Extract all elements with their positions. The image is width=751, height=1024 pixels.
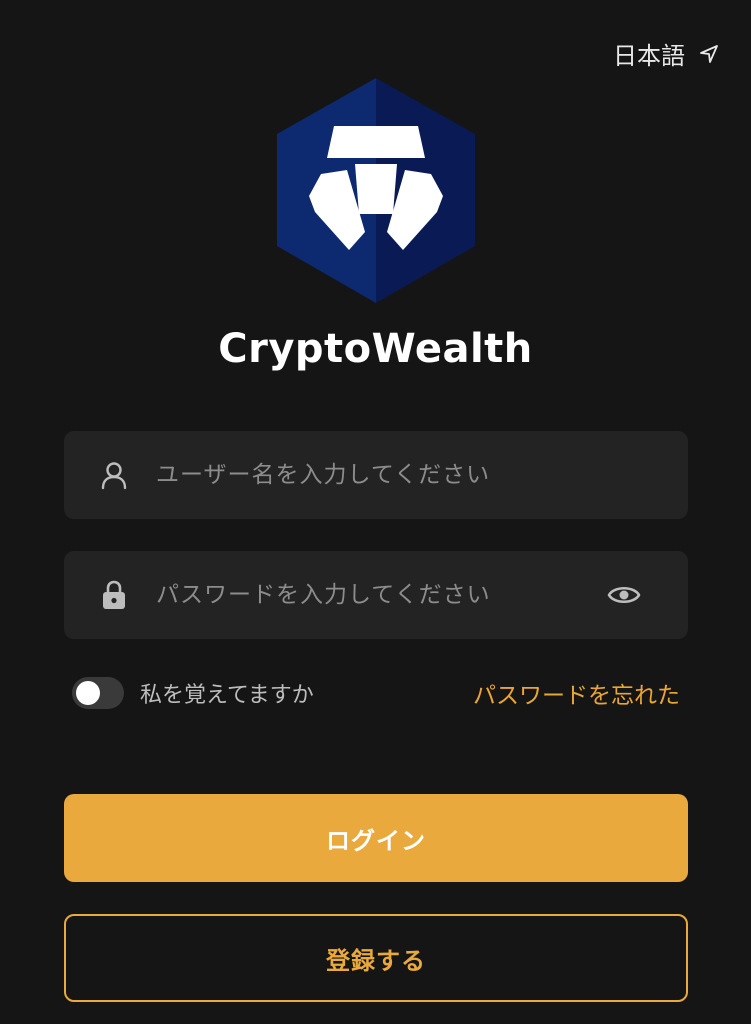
password-field[interactable]: [64, 551, 688, 639]
lock-icon: [98, 579, 130, 611]
remember-me: 私を覚えてますか: [72, 677, 314, 709]
language-selector[interactable]: 日本語: [613, 36, 719, 71]
login-button[interactable]: ログイン: [64, 794, 688, 882]
remember-me-label: 私を覚えてますか: [140, 683, 314, 708]
remember-row: 私を覚えてますか パスワードを忘れた: [72, 670, 680, 716]
brand-name: CryptoWealth: [218, 326, 533, 372]
brand-logo: [277, 78, 475, 303]
password-input[interactable]: [156, 582, 606, 608]
register-button[interactable]: 登録する: [64, 914, 688, 1002]
remember-me-toggle[interactable]: [72, 677, 124, 709]
eye-icon[interactable]: [606, 577, 642, 613]
send-arrow-icon: [699, 44, 719, 64]
username-input[interactable]: [156, 462, 642, 488]
username-field[interactable]: [64, 431, 688, 519]
user-icon: [98, 459, 130, 491]
toggle-knob: [76, 681, 100, 705]
language-label: 日本語: [613, 42, 685, 70]
forgot-password-link[interactable]: パスワードを忘れた: [473, 676, 680, 710]
